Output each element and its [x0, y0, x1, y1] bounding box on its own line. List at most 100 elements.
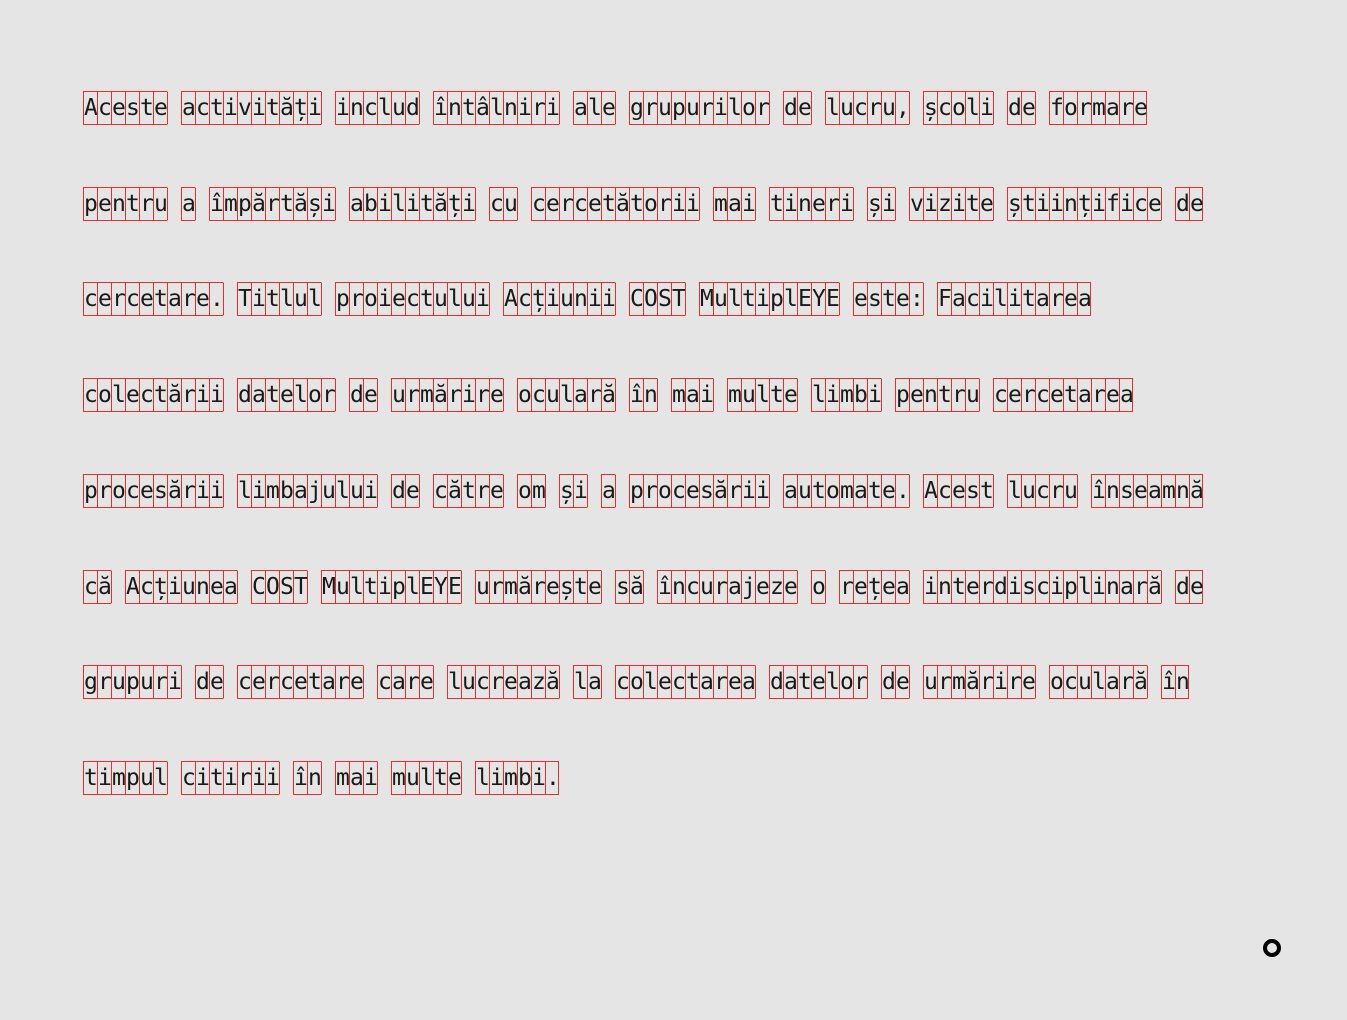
char-box: s [125, 91, 140, 125]
char-box: e [881, 570, 896, 604]
char-box: e [657, 665, 672, 699]
char-box: i [1007, 282, 1022, 316]
char-box: d [405, 91, 420, 125]
char-box-space [321, 282, 335, 316]
char-box: u [139, 665, 154, 699]
char-box: m [419, 378, 434, 412]
char-box: e [251, 665, 266, 699]
char-box: a [783, 665, 798, 699]
char-box-space [811, 91, 825, 125]
char-box: e [139, 282, 154, 316]
char-box: a [167, 282, 182, 316]
char-box: u [405, 761, 420, 795]
char-box: e [1063, 282, 1078, 316]
char-box: c [1035, 474, 1050, 508]
char-box: r [1007, 665, 1022, 699]
char-box: e [755, 570, 770, 604]
char-box: i [979, 91, 994, 125]
char-box: r [1021, 378, 1036, 412]
char-box: m [531, 474, 546, 508]
char-box: l [475, 761, 490, 795]
char-box: i [307, 91, 322, 125]
char-box: n [503, 91, 518, 125]
char-box-space [223, 474, 237, 508]
text-line: pentru a împărtăși abilități cu cercetăt… [83, 187, 1204, 221]
char-box: ă [615, 187, 630, 221]
char-box: d [769, 665, 784, 699]
char-box: l [377, 91, 392, 125]
char-box: p [335, 282, 350, 316]
char-box: c [97, 91, 112, 125]
char-box: r [1119, 91, 1134, 125]
text-line: procesării limbajului de către om și a p… [83, 474, 1204, 508]
char-box: p [125, 761, 140, 795]
char-box: c [237, 665, 252, 699]
char-box: m [671, 378, 686, 412]
char-box: . [545, 761, 560, 795]
char-box: E [797, 282, 812, 316]
char-box: e [895, 282, 910, 316]
char-box: c [195, 91, 210, 125]
char-box: r [699, 91, 714, 125]
char-box-space [909, 91, 923, 125]
char-box: p [769, 282, 784, 316]
char-box-space [1147, 665, 1161, 699]
ring-cursor-icon [1263, 939, 1281, 957]
char-box: i [321, 187, 336, 221]
char-box: a [223, 570, 238, 604]
char-box: c [405, 282, 420, 316]
char-box: a [349, 187, 364, 221]
char-box: a [321, 665, 336, 699]
char-box-space [755, 665, 769, 699]
char-box: t [307, 665, 322, 699]
char-box: a [391, 665, 406, 699]
char-box: m [713, 187, 728, 221]
char-box: a [251, 378, 266, 412]
char-box: c [993, 378, 1008, 412]
char-box-space [419, 474, 433, 508]
char-box-space [503, 378, 517, 412]
char-box: a [1119, 570, 1134, 604]
char-box: i [195, 474, 210, 508]
char-box: a [573, 91, 588, 125]
char-box: ă [433, 187, 448, 221]
char-box: t [265, 282, 280, 316]
char-box-space [601, 665, 615, 699]
char-box: i [1049, 187, 1064, 221]
char-box: i [713, 91, 728, 125]
char-box: s [1021, 570, 1036, 604]
char-box: i [755, 474, 770, 508]
char-box: e [909, 378, 924, 412]
char-box: i [1007, 570, 1022, 604]
char-box: m [503, 570, 518, 604]
char-box: ă [433, 378, 448, 412]
char-box: i [545, 91, 560, 125]
char-box-space [167, 761, 181, 795]
char-box: c [475, 665, 490, 699]
char-box-space [461, 570, 475, 604]
char-box: E [447, 570, 462, 604]
char-box: i [223, 761, 238, 795]
char-box: o [741, 91, 756, 125]
char-box: r [1049, 474, 1064, 508]
char-box: c [279, 665, 294, 699]
char-box: u [923, 665, 938, 699]
char-box: c [1035, 570, 1050, 604]
char-box: e [419, 665, 434, 699]
char-box-space [909, 474, 923, 508]
char-box: t [419, 282, 434, 316]
char-box: t [741, 282, 756, 316]
char-box: T [237, 282, 252, 316]
char-box: i [377, 282, 392, 316]
char-box: p [895, 378, 910, 412]
char-box-space [853, 187, 867, 221]
char-box: i [209, 474, 224, 508]
char-box: a [699, 665, 714, 699]
char-box-space [377, 474, 391, 508]
char-box: u [391, 91, 406, 125]
char-box: r [727, 474, 742, 508]
char-box: c [853, 91, 868, 125]
char-box: r [489, 570, 504, 604]
char-box: t [279, 187, 294, 221]
char-box-space [839, 282, 853, 316]
